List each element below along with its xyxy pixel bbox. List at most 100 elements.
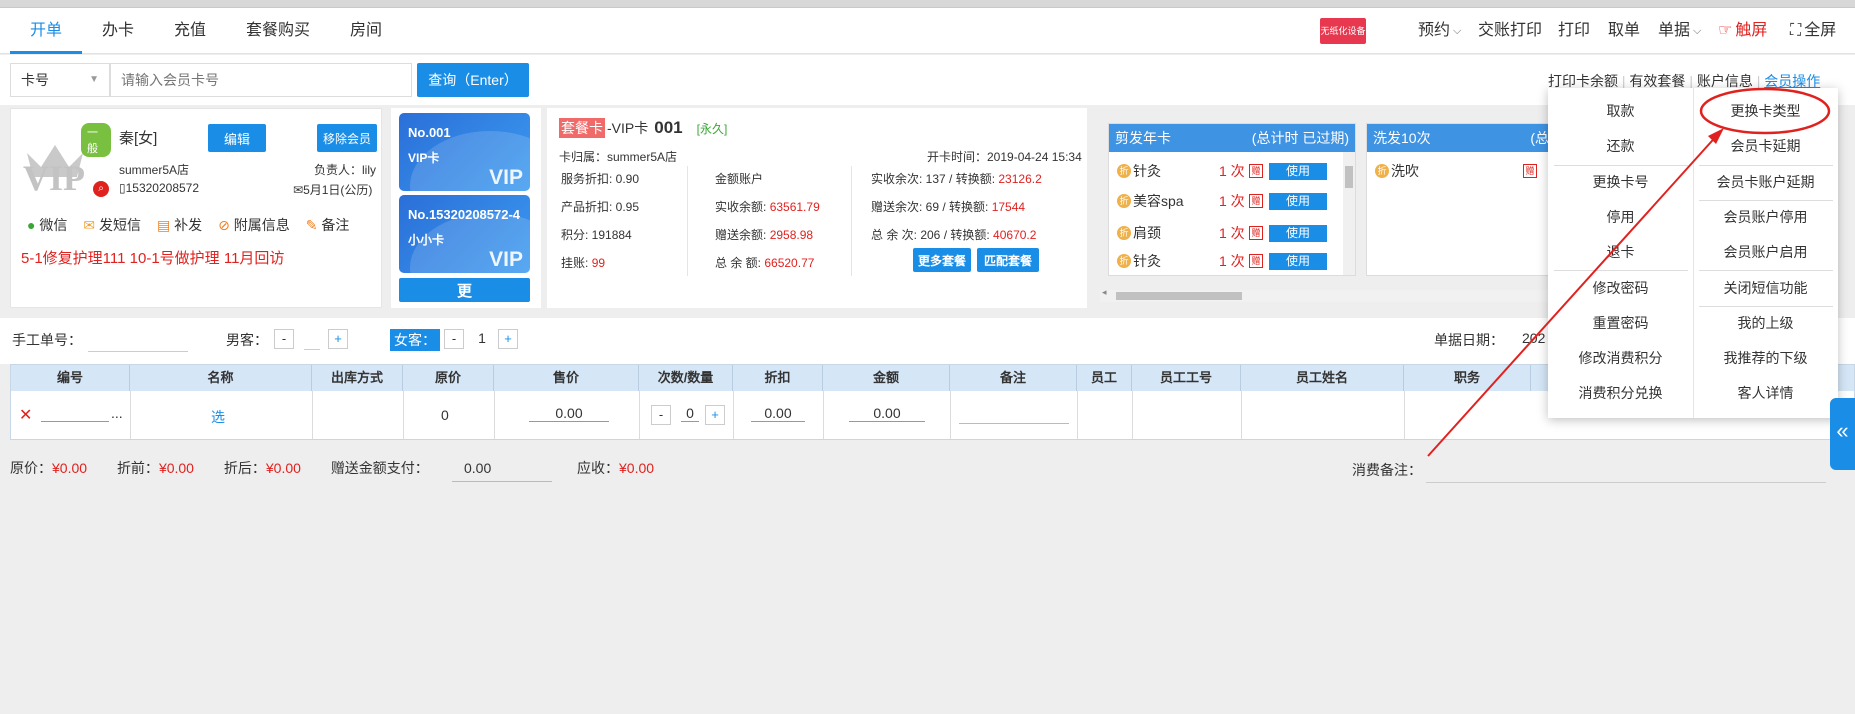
edit-member-button[interactable]: 编辑	[208, 124, 266, 152]
menu-item-guest-details[interactable]: 客人详情	[1693, 376, 1838, 410]
female-minus-button[interactable]: -	[444, 329, 464, 349]
scrollbar-thumb[interactable]	[1345, 166, 1353, 188]
device-badge[interactable]: 无纸化设备	[1320, 8, 1366, 54]
receipt-menu[interactable]: 单据 ⌵	[1658, 8, 1701, 54]
reissue-action[interactable]: ▤ 补发	[157, 215, 202, 235]
tab-recharge[interactable]: 充值	[174, 8, 206, 54]
menu-item-extend-account[interactable]: 会员卡账户延期	[1693, 165, 1838, 199]
menu-item-edit-points[interactable]: 修改消费积分	[1548, 341, 1693, 375]
manual-no-label: 手工单号：	[12, 332, 82, 348]
extra-info-action[interactable]: ⊘ 附属信息	[218, 215, 290, 235]
qty-minus-button[interactable]: -	[651, 405, 671, 425]
select-item-link[interactable]: 选	[211, 407, 225, 427]
print-button[interactable]: 打印	[1558, 8, 1590, 54]
tab-card[interactable]: 办卡	[102, 8, 134, 54]
discount-tag-icon: 折	[1117, 226, 1131, 240]
qty-input[interactable]: 0	[681, 405, 699, 422]
account-info-link[interactable]: 账户信息	[1697, 73, 1753, 89]
date-value[interactable]: 202	[1522, 330, 1545, 346]
vip-card-001[interactable]: No.001 VIP卡 VIP	[399, 113, 530, 191]
real-balance-label: 实收余额:	[715, 200, 767, 214]
side-panel-toggle[interactable]: «	[1830, 398, 1855, 470]
female-count[interactable]: 1	[472, 330, 492, 346]
discount-tag-icon: 折	[1117, 164, 1131, 178]
search-type-select[interactable]: 卡号 ▼	[10, 63, 110, 97]
gift-balance-value: 2958.98	[769, 228, 814, 242]
item-name: 洗吹	[1391, 163, 1419, 179]
use-button[interactable]: 使用	[1269, 225, 1327, 242]
vip-card-2[interactable]: No.15320208572-4 小小卡 VIP	[399, 195, 530, 273]
sms-action[interactable]: ✉ 发短信	[83, 215, 141, 235]
handover-print-button[interactable]: 交账打印	[1478, 8, 1542, 54]
search-input[interactable]	[110, 63, 412, 97]
open-time: 开卡时间：2019-04-24 15:34	[927, 150, 1082, 164]
menu-item-change-password[interactable]: 修改密码	[1548, 271, 1693, 305]
print-balance-link[interactable]: 打印卡余额	[1548, 73, 1618, 89]
menu-item-my-superior[interactable]: 我的上级	[1693, 306, 1838, 340]
search-member-icon[interactable]: ⌕	[93, 181, 109, 197]
manual-no-input[interactable]	[88, 326, 188, 352]
tab-package-buy[interactable]: 套餐购买	[246, 8, 310, 54]
item-name: 美容spa	[1133, 193, 1184, 209]
col-header: 职务	[1404, 365, 1531, 391]
arrow-left-icon[interactable]: ◂	[1102, 287, 1107, 298]
male-count[interactable]	[304, 330, 320, 350]
menu-item-enable-account[interactable]: 会员账户启用	[1693, 235, 1838, 269]
card-info-panel: 套餐卡 -VIP卡 001 [永久] 卡归属：summer5A店 开卡时间：20…	[547, 108, 1087, 308]
delete-row-icon[interactable]: ✕	[19, 405, 32, 425]
tab-open-order[interactable]: 开单	[10, 8, 82, 54]
consume-remark-input[interactable]	[1426, 482, 1826, 483]
menu-item-withdraw[interactable]: 取款	[1548, 94, 1693, 128]
male-minus-button[interactable]: -	[274, 329, 294, 349]
code-input-line	[41, 421, 109, 422]
menu-item-refund-card[interactable]: 退卡	[1548, 235, 1693, 269]
code-lookup-button[interactable]: ...	[111, 405, 123, 421]
remark-input-line[interactable]	[959, 423, 1069, 424]
fullscreen-button[interactable]: ⛶ 全屏	[1790, 8, 1836, 54]
discount-input[interactable]: 0.00	[751, 405, 805, 422]
menu-item-repay[interactable]: 还款	[1548, 129, 1693, 163]
note-action[interactable]: ✎ 备注	[306, 215, 350, 235]
more-cards-button[interactable]: 更	[399, 278, 530, 302]
phone-value: 15320208572	[125, 181, 200, 195]
more-packages-button[interactable]: 更多套餐	[913, 248, 971, 272]
sale-price-input[interactable]: 0.00	[529, 405, 609, 422]
use-button[interactable]: 使用	[1269, 163, 1327, 180]
male-plus-button[interactable]: +	[328, 329, 348, 349]
menu-item-disable-sms[interactable]: 关闭短信功能	[1693, 271, 1838, 305]
use-button[interactable]: 使用	[1269, 193, 1327, 210]
scrollbar-thumb[interactable]	[1116, 292, 1242, 300]
package-item: 折美容spa 1 次 赠 使用	[1109, 186, 1343, 216]
amount-input[interactable]: 0.00	[849, 405, 925, 422]
divider	[1077, 391, 1078, 439]
match-packages-button[interactable]: 匹配套餐	[977, 248, 1039, 272]
credit-label: 挂账:	[561, 256, 589, 270]
use-button[interactable]: 使用	[1269, 253, 1327, 270]
wechat-action[interactable]: ● 微信	[27, 215, 67, 235]
top-nav: 开单 办卡 充值 套餐购买 房间 无纸化设备 预约 ⌵ 交账打印 打印 取单 单据…	[0, 8, 1855, 54]
menu-item-change-card-no[interactable]: 更换卡号	[1548, 165, 1693, 199]
valid-packages-link[interactable]: 有效套餐	[1629, 73, 1685, 89]
points: 积分: 191884	[561, 228, 632, 242]
qty-plus-button[interactable]: +	[705, 405, 725, 425]
query-button[interactable]: 查询（Enter）	[417, 63, 529, 97]
gift-pay-input[interactable]: 0.00	[452, 454, 552, 482]
menu-item-disable[interactable]: 停用	[1548, 200, 1693, 234]
menu-item-redeem-points[interactable]: 消费积分兑换	[1548, 376, 1693, 410]
package-scrollbar[interactable]	[1343, 152, 1355, 275]
take-order-button[interactable]: 取单	[1608, 8, 1640, 54]
member-ops-link[interactable]: 会员操作	[1764, 73, 1820, 89]
menu-item-my-referrals[interactable]: 我推荐的下级	[1693, 341, 1838, 375]
female-plus-button[interactable]: +	[498, 329, 518, 349]
menu-item-extend-card[interactable]: 会员卡延期	[1693, 129, 1838, 163]
tab-room[interactable]: 房间	[350, 8, 382, 54]
menu-item-change-card-type[interactable]: 更换卡类型	[1693, 94, 1838, 128]
remove-member-button[interactable]: 移除会员	[317, 124, 377, 152]
menu-item-reset-password[interactable]: 重置密码	[1548, 306, 1693, 340]
booking-menu[interactable]: 预约 ⌵	[1418, 8, 1461, 54]
touch-button[interactable]: ☞ 触屏	[1718, 8, 1767, 54]
menu-item-disable-account[interactable]: 会员账户停用	[1693, 200, 1838, 234]
card-no: 001	[654, 118, 683, 137]
item-count: 1 次	[1219, 193, 1245, 209]
packages-h-scrollbar[interactable]: ◂	[1100, 287, 1550, 302]
